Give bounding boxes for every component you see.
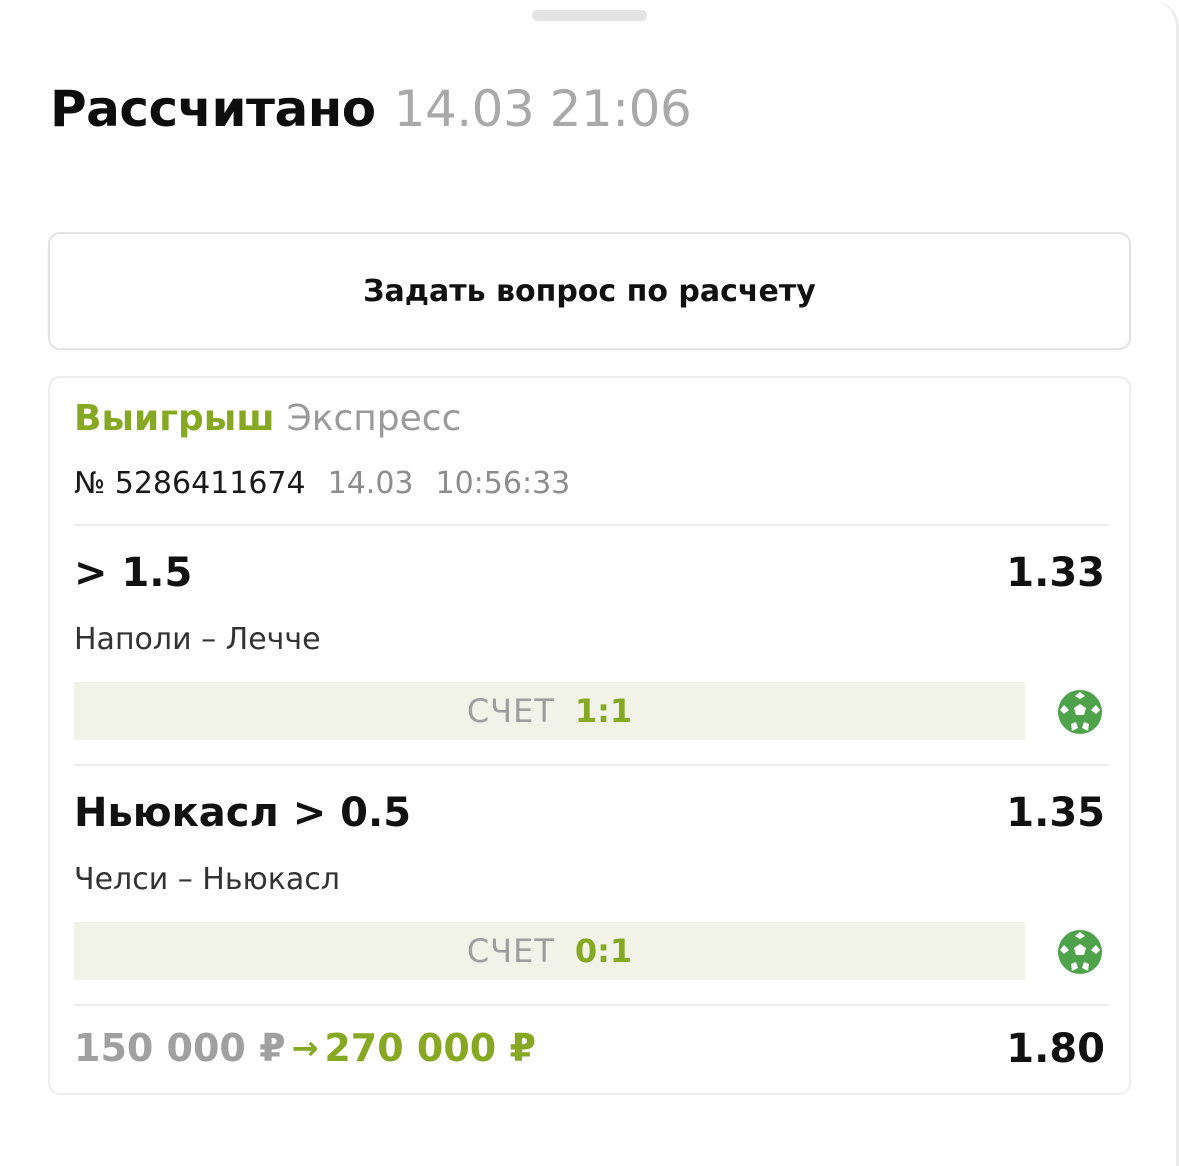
score-label: СЧЕТ	[466, 932, 555, 970]
stake-amount: 150 000 ₽	[74, 1026, 286, 1070]
bet-time: 10:56:33	[435, 466, 571, 501]
settlement-status: Рассчитано	[50, 80, 376, 138]
score-value: 1:1	[574, 692, 633, 730]
bet-totals: 150 000 ₽ → 270 000 ₽	[74, 1026, 536, 1070]
score-bar: СЧЕТ 0:1	[74, 922, 1025, 980]
soccer-ball-icon	[1058, 690, 1102, 734]
selection-event: Наполи – Лечче	[74, 622, 321, 657]
selection-odds: 1.35	[1006, 790, 1105, 836]
bet-card: Выигрыш Экспресс № 5286411674 14.03 10:56:3…	[48, 376, 1131, 1095]
score-label: СЧЕТ	[466, 692, 555, 730]
drag-handle[interactable]	[532, 10, 647, 21]
bet-number: № 5286411674	[74, 466, 306, 501]
soccer-ball-icon	[1058, 930, 1102, 974]
divider	[74, 1004, 1109, 1006]
bet-date: 14.03	[327, 466, 414, 501]
selection-event: Челси – Ньюкасл	[74, 862, 340, 897]
divider	[74, 764, 1109, 766]
payout-amount: 270 000 ₽	[324, 1026, 536, 1070]
divider	[74, 524, 1109, 526]
page-header: Рассчитано 14.03 21:06	[50, 80, 692, 144]
bet-detail-sheet: Рассчитано 14.03 21:06 Задать вопрос по …	[0, 0, 1179, 1166]
ask-settlement-question-button[interactable]: Задать вопрос по расчету	[48, 232, 1131, 350]
arrow-right-icon: →	[291, 1029, 319, 1067]
bet-type: Экспресс	[286, 398, 462, 439]
bet-title: Выигрыш Экспресс	[74, 398, 461, 439]
total-odds: 1.80	[1006, 1026, 1105, 1072]
settlement-datetime: 14.03 21:06	[393, 80, 692, 138]
bet-meta: № 5286411674 14.03 10:56:33	[74, 466, 570, 501]
selection-outcome: > 1.5	[74, 550, 193, 596]
score-value: 0:1	[574, 932, 633, 970]
bet-result: Выигрыш	[74, 398, 275, 439]
selection-odds: 1.33	[1006, 550, 1105, 596]
score-bar: СЧЕТ 1:1	[74, 682, 1025, 740]
selection-outcome: Ньюкасл > 0.5	[74, 790, 412, 836]
